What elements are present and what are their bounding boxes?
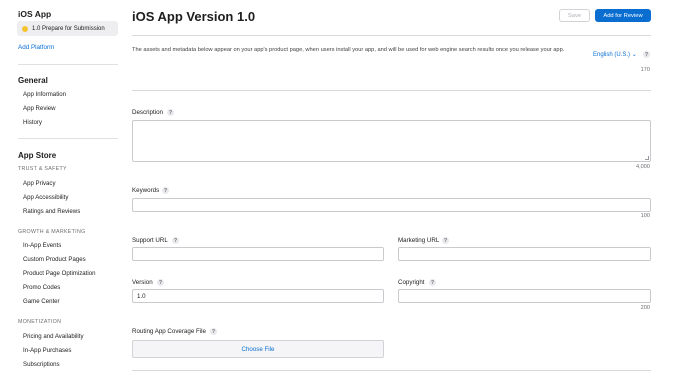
sidebar-item-app-privacy[interactable]: App Privacy	[23, 180, 56, 187]
version-pill-label: 1.0 Prepare for Submission	[32, 25, 105, 32]
sidebar-item-app-review[interactable]: App Review	[23, 105, 56, 112]
routing-file-label: Routing App Coverage File	[132, 328, 206, 335]
help-icon[interactable]: ?	[157, 279, 164, 286]
sidebar-item-subscriptions[interactable]: Subscriptions	[23, 361, 60, 368]
chevron-down-icon: ⌄	[631, 52, 637, 58]
copyright-field[interactable]	[398, 289, 651, 303]
help-icon[interactable]: ?	[172, 237, 179, 244]
sidebar-item-pricing-availability[interactable]: Pricing and Availability	[23, 333, 84, 340]
section-divider	[132, 370, 651, 371]
version-label: Version	[132, 279, 153, 286]
header-divider	[132, 35, 651, 36]
description-field[interactable]	[132, 120, 651, 162]
group-label-trust-safety: TRUST & SAFETY	[18, 166, 67, 172]
description-char-counter: 4,000	[636, 164, 650, 170]
language-select[interactable]: English (U.S.) ⌄	[593, 51, 637, 58]
copyright-label: Copyright	[398, 279, 425, 286]
language-select-label: English (U.S.)	[593, 52, 631, 58]
intro-char-counter: 170	[640, 67, 650, 73]
choose-file-button[interactable]: Choose File	[132, 340, 384, 358]
sidebar-item-custom-product-pages[interactable]: Custom Product Pages	[23, 256, 86, 263]
status-dot-icon	[22, 25, 28, 32]
keywords-char-counter: 100	[640, 213, 650, 219]
version-field[interactable]: 1.0	[132, 289, 384, 303]
page-title: iOS App Version 1.0	[132, 9, 256, 24]
sidebar-item-app-accessibility[interactable]: App Accessibility	[23, 194, 68, 201]
help-icon[interactable]: ?	[162, 187, 169, 194]
copyright-char-counter: 200	[640, 305, 650, 311]
group-label-growth-marketing: GROWTH & MARKETING	[18, 229, 86, 235]
save-button[interactable]: Save	[559, 9, 590, 22]
sidebar-item-app-information[interactable]: App Information	[23, 91, 66, 98]
help-icon[interactable]: ?	[643, 51, 650, 58]
version-pill[interactable]: 1.0 Prepare for Submission	[17, 21, 118, 36]
help-icon[interactable]: ?	[429, 279, 436, 286]
help-icon[interactable]: ?	[210, 328, 217, 335]
section-general: General	[18, 76, 48, 85]
sidebar-divider	[18, 138, 118, 139]
support-url-field[interactable]	[132, 247, 384, 261]
marketing-url-label: Marketing URL	[398, 237, 440, 244]
add-for-review-button[interactable]: Add for Review	[595, 9, 651, 22]
marketing-url-field[interactable]	[398, 247, 651, 261]
keywords-label: Keywords	[132, 187, 160, 194]
sidebar-item-ratings-reviews[interactable]: Ratings and Reviews	[23, 208, 80, 215]
section-app-store: App Store	[18, 151, 57, 160]
group-label-monetization: MONETIZATION	[18, 319, 62, 325]
add-platform-link[interactable]: Add Platform	[18, 44, 54, 51]
intro-text: The assets and metadata below appear on …	[132, 47, 565, 53]
resize-handle-icon[interactable]	[645, 156, 649, 160]
sidebar-item-in-app-events[interactable]: In-App Events	[23, 242, 61, 249]
sidebar-divider	[18, 64, 118, 65]
sidebar-item-product-page-optimization[interactable]: Product Page Optimization	[23, 270, 96, 277]
support-url-label: Support URL	[132, 237, 168, 244]
sidebar-item-history[interactable]: History	[23, 119, 42, 126]
keywords-field[interactable]	[132, 198, 651, 212]
sidebar: iOS App 1.0 Prepare for Submission Add P…	[0, 0, 125, 373]
sidebar-item-in-app-purchases[interactable]: In-App Purchases	[23, 347, 71, 354]
description-label: Description	[132, 109, 163, 116]
sidebar-item-game-center[interactable]: Game Center	[23, 298, 60, 305]
app-title: iOS App	[18, 9, 52, 19]
help-icon[interactable]: ?	[442, 237, 449, 244]
section-divider	[132, 90, 651, 91]
help-icon[interactable]: ?	[167, 109, 174, 116]
sidebar-item-promo-codes[interactable]: Promo Codes	[23, 284, 60, 291]
